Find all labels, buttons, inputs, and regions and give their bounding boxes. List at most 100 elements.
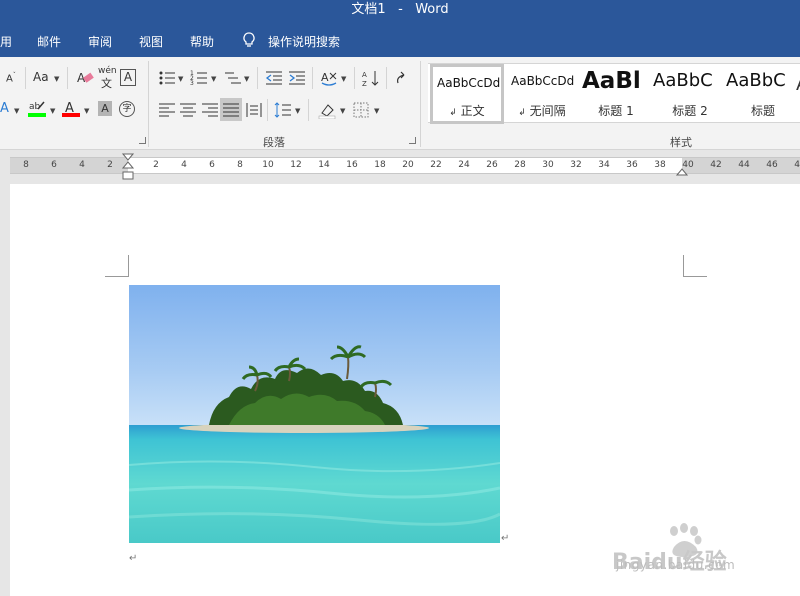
ruler-number: 36	[626, 160, 638, 170]
numbering-icon[interactable]: 1 2 3	[190, 69, 208, 87]
decrease-indent-icon[interactable]	[265, 69, 283, 87]
line-spacing-icon[interactable]	[274, 101, 292, 119]
ruler-number: 26	[486, 160, 498, 170]
chinese-layout-icon[interactable]: A	[320, 69, 338, 87]
first-line-indent-marker-icon[interactable]	[122, 153, 134, 181]
style-name: ↲ 正文	[433, 102, 501, 119]
ruler-number: 16	[346, 160, 358, 170]
ruler-number: 2	[107, 160, 113, 170]
ruler-number: 4	[79, 160, 85, 170]
paragraph-mark-after-image: ↵	[501, 533, 510, 544]
tab-view[interactable]: 视图	[139, 33, 163, 50]
style-partial[interactable]: A	[796, 74, 800, 95]
shading-icon[interactable]	[318, 101, 336, 119]
ruler-number: 10	[262, 160, 274, 170]
distributed-icon[interactable]	[245, 101, 263, 119]
style-label: 无间隔	[529, 104, 566, 118]
change-case-button[interactable]: Aa	[33, 70, 49, 84]
character-border-button[interactable]: A	[120, 69, 136, 86]
style-sample: AaBbC	[653, 70, 713, 91]
ruler-number: 20	[402, 160, 414, 170]
ruler-number: 4	[181, 160, 187, 170]
ruler-number: 30	[542, 160, 554, 170]
ruler-number: 12	[290, 160, 302, 170]
align-center-icon[interactable]	[179, 101, 197, 119]
show-formatting-marks-icon[interactable]	[394, 69, 412, 87]
align-left-icon[interactable]	[158, 101, 176, 119]
ruler-number: 34	[598, 160, 610, 170]
ruler-number: 42	[710, 160, 722, 170]
lightbulb-icon[interactable]	[242, 32, 256, 48]
ruler-number: 18	[374, 160, 386, 170]
style-heading-1[interactable]: AaBl 标题 1	[579, 64, 653, 124]
margin-corner-top-right-icon	[683, 255, 707, 277]
tab-partial[interactable]: 用	[0, 33, 12, 50]
ruler-number: 14	[318, 160, 330, 170]
shrink-font-icon[interactable]: Aˇ	[6, 72, 16, 84]
style-sample: AaBl	[582, 68, 641, 94]
ribbon: Aˇ Aa ▼ A wén 文 A A ▼ ab ▼ A ▼ A 字 ▼ 1 2…	[0, 57, 800, 150]
title-bar: 文档1 - Word	[0, 0, 800, 22]
style-sample: AaBbCcDd	[511, 74, 575, 88]
paragraph-dialog-launcher-icon[interactable]	[409, 137, 416, 144]
ruler-number: 32	[570, 160, 582, 170]
paragraph-group-label: 段落	[263, 136, 285, 149]
style-no-spacing[interactable]: AaBbCcDd ↲ 无间隔	[505, 64, 579, 124]
highlight-icon[interactable]: ab	[28, 99, 46, 117]
ruler-number: 48	[794, 160, 800, 170]
chevron-down-icon[interactable]: ▼	[84, 107, 89, 115]
style-sample: AaBbC	[726, 70, 786, 91]
chevron-down-icon[interactable]: ▼	[54, 75, 59, 83]
style-heading-2[interactable]: AaBbC 标题 2	[653, 64, 727, 124]
tab-review[interactable]: 审阅	[88, 33, 112, 50]
app-name: Word	[415, 2, 449, 17]
watermark-url: jingyan.baidu.com	[616, 558, 736, 572]
font-color-icon[interactable]: A	[62, 99, 80, 117]
style-sample: AaBbCcDd	[437, 76, 501, 90]
ruler-number: 38	[654, 160, 666, 170]
ruler-number: 8	[23, 160, 29, 170]
tab-help[interactable]: 帮助	[190, 33, 214, 50]
style-name: 标题 2	[672, 104, 708, 118]
ruler-number: 6	[51, 160, 57, 170]
font-dialog-launcher-icon[interactable]	[139, 137, 146, 144]
align-right-icon[interactable]	[201, 101, 219, 119]
styles-group-label: 样式	[670, 136, 692, 149]
baidu-watermark-logo: Baidu经验	[612, 523, 727, 575]
chevron-down-icon[interactable]: ▼	[244, 75, 249, 83]
chevron-down-icon[interactable]: ▼	[14, 107, 19, 115]
bullets-icon[interactable]	[158, 69, 176, 87]
ruler-number: 24	[458, 160, 470, 170]
text-effects-icon[interactable]: A	[0, 101, 9, 116]
chevron-down-icon[interactable]: ▼	[211, 75, 216, 83]
character-shading-button[interactable]: A	[98, 101, 112, 116]
chevron-down-icon[interactable]: ▼	[340, 107, 345, 115]
enclose-characters-button[interactable]: 字	[119, 101, 135, 117]
style-normal[interactable]: AaBbCcDd ↲ 正文	[430, 64, 504, 124]
svg-text:Z: Z	[362, 80, 367, 87]
paragraph-mark: ↲	[518, 108, 526, 118]
tab-mailings[interactable]: 邮件	[37, 33, 61, 50]
ruler-area: 8642 2 4 6 8 10 12 14 16 18 20 22 24 26 28 30 32 34 36 38 4…	[0, 150, 800, 182]
styles-gallery: AaBbCcDd ↲ 正文 AaBbCcDd ↲ 无间隔 AaBl 标题 1 A…	[428, 63, 800, 124]
multilevel-list-icon[interactable]	[224, 69, 242, 87]
sort-icon[interactable]: A Z	[362, 69, 380, 87]
style-name: 标题	[750, 104, 775, 118]
chevron-down-icon[interactable]: ▼	[341, 75, 346, 83]
chevron-down-icon[interactable]: ▼	[374, 107, 379, 115]
phonetic-guide-char[interactable]: 文	[101, 75, 112, 91]
right-indent-marker-icon[interactable]	[676, 165, 688, 177]
tell-me-search[interactable]: 操作说明搜索	[268, 33, 340, 50]
chevron-down-icon[interactable]: ▼	[50, 107, 55, 115]
style-name: 标题 1	[598, 104, 634, 118]
increase-indent-icon[interactable]	[288, 69, 306, 87]
clear-format-icon[interactable]: A	[76, 69, 94, 87]
borders-icon[interactable]	[352, 101, 370, 119]
chevron-down-icon[interactable]: ▼	[295, 107, 300, 115]
chevron-down-icon[interactable]: ▼	[178, 75, 183, 83]
ribbon-tabs: 用 邮件 审阅 视图 帮助 操作说明搜索	[0, 22, 800, 57]
style-name: ↲ 无间隔	[505, 102, 579, 119]
justify-icon[interactable]	[222, 101, 240, 119]
island-picture[interactable]	[129, 285, 500, 543]
style-title[interactable]: AaBbC 标题	[726, 64, 800, 124]
